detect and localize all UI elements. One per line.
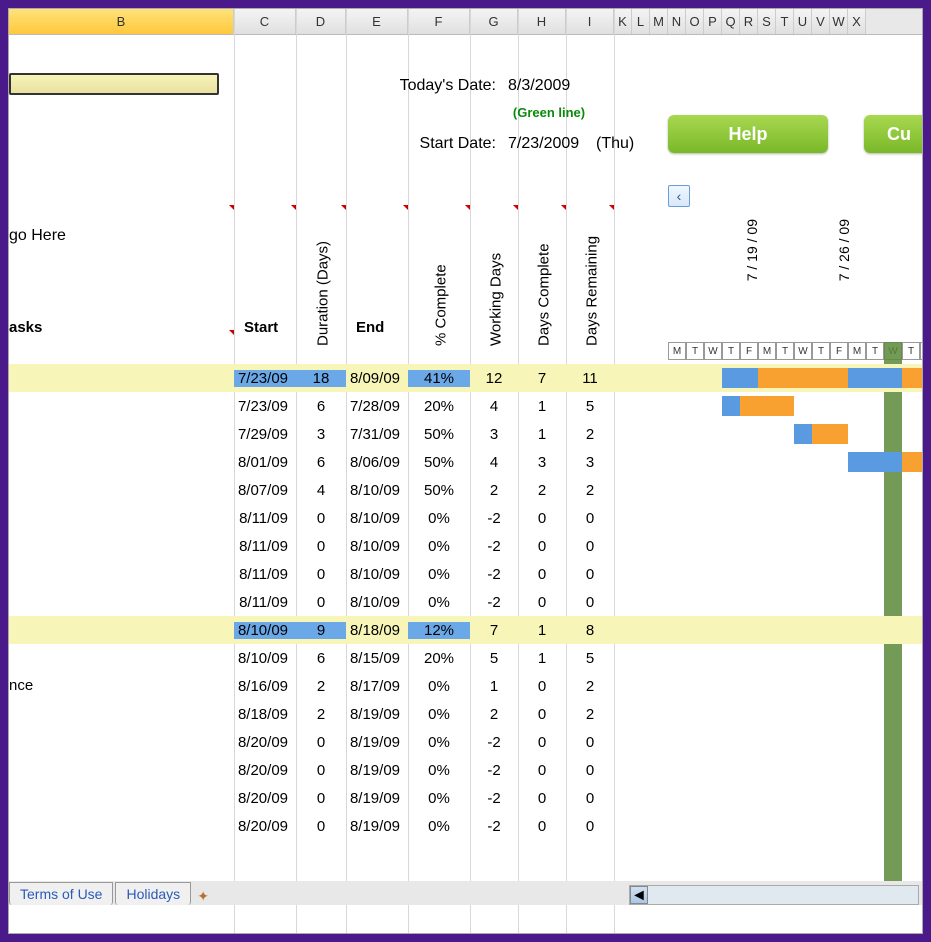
col-header-Q[interactable]: Q	[722, 9, 740, 34]
tab-holidays[interactable]: Holidays	[115, 882, 191, 905]
col-header-R[interactable]: R	[740, 9, 758, 34]
day-cell: T	[686, 342, 704, 360]
start-date[interactable]: 7/23/2009	[504, 135, 592, 153]
week-label: 8 / 2 / 09	[852, 219, 923, 281]
col-header-F[interactable]: F	[408, 9, 470, 34]
days-remaining-header: Days Remaining	[568, 178, 616, 346]
new-sheet-icon[interactable]: ✦	[193, 888, 213, 905]
day-cell: T	[722, 342, 740, 360]
green-line-note: (Green line)	[504, 105, 594, 120]
gantt-row	[668, 616, 923, 644]
col-header-N[interactable]: N	[668, 9, 686, 34]
gantt-row	[668, 644, 923, 672]
col-header-L[interactable]: L	[632, 9, 650, 34]
week-headers: 7 / 19 / 097 / 26 / 098 / 2 / 09	[668, 219, 923, 281]
col-header-C[interactable]: C	[234, 9, 296, 34]
tasks-header: asks	[9, 319, 234, 345]
todays-date[interactable]: 8/3/2009	[504, 77, 594, 95]
gantt-row	[668, 504, 923, 532]
comment-marker-icon	[465, 205, 470, 210]
col-header-M[interactable]: M	[650, 9, 668, 34]
col-header-V[interactable]: V	[812, 9, 830, 34]
col-header-K[interactable]: K	[614, 9, 632, 34]
comment-marker-icon	[513, 205, 518, 210]
day-cell: W	[704, 342, 722, 360]
col-header-X[interactable]: X	[848, 9, 866, 34]
col-header-U[interactable]: U	[794, 9, 812, 34]
gantt-row	[668, 728, 923, 756]
gantt-row	[668, 588, 923, 616]
gantt-row	[668, 672, 923, 700]
task-label-nce: nce	[9, 677, 33, 694]
chevron-left-icon: ‹	[677, 188, 682, 204]
comment-marker-icon	[561, 205, 566, 210]
end-header: End	[346, 319, 408, 345]
gantt-row	[668, 532, 923, 560]
week-label: 7 / 26 / 09	[760, 219, 852, 281]
start-dow: (Thu)	[592, 135, 642, 153]
comment-marker-icon	[229, 205, 234, 210]
gantt-row	[668, 420, 923, 448]
gantt-row	[668, 812, 923, 840]
info-area: Today's Date: 8/3/2009 (Green line) Star…	[9, 35, 922, 191]
spreadsheet-frame: BCDEFGHIKLMNOPQRSTUVWX Today's Date: 8/3…	[8, 8, 923, 934]
col-header-E[interactable]: E	[346, 9, 408, 34]
col-header-I[interactable]: I	[566, 9, 614, 34]
day-cell: M	[758, 342, 776, 360]
horizontal-scrollbar[interactable]: ◄	[629, 885, 919, 905]
help-button[interactable]: Help	[668, 115, 828, 153]
scrollbar-thumb[interactable]: ◄	[630, 886, 648, 904]
todays-date-label: Today's Date:	[9, 77, 504, 95]
col-header-S[interactable]: S	[758, 9, 776, 34]
start-date-label: Start Date:	[9, 135, 504, 153]
day-cell: F	[740, 342, 758, 360]
working-days-header: Working Days	[472, 178, 520, 346]
comment-marker-icon	[609, 205, 614, 210]
gantt-row	[668, 560, 923, 588]
gantt-row	[668, 756, 923, 784]
col-header-W[interactable]: W	[830, 9, 848, 34]
col-header-O[interactable]: O	[686, 9, 704, 34]
col-header-D[interactable]: D	[296, 9, 346, 34]
day-cell: F	[830, 342, 848, 360]
col-header-T[interactable]: T	[776, 9, 794, 34]
horiz-headers: asks Start End	[9, 319, 408, 345]
pct-complete-header: % Complete	[410, 178, 472, 346]
start-header: Start	[234, 319, 296, 345]
gantt-chart	[668, 364, 923, 840]
day-cell: T	[812, 342, 830, 360]
column-headers: BCDEFGHIKLMNOPQRSTUVWX	[9, 9, 922, 35]
day-cell: W	[794, 342, 812, 360]
gantt-row	[668, 364, 923, 392]
comment-marker-icon	[403, 205, 408, 210]
col-header-H[interactable]: H	[518, 9, 566, 34]
gantt-row	[668, 476, 923, 504]
tab-terms[interactable]: Terms of Use	[9, 882, 113, 905]
day-cell: T	[902, 342, 920, 360]
comment-marker-icon	[341, 205, 346, 210]
col-header-G[interactable]: G	[470, 9, 518, 34]
gantt-row	[668, 448, 923, 476]
day-cell: T	[776, 342, 794, 360]
gantt-row	[668, 784, 923, 812]
day-cell: M	[668, 342, 686, 360]
comment-marker-icon	[291, 205, 296, 210]
col-header-P[interactable]: P	[704, 9, 722, 34]
day-cell: M	[848, 342, 866, 360]
week-label: 7 / 19 / 09	[668, 219, 760, 281]
col-header-B[interactable]: B	[9, 9, 234, 34]
days-complete-header: Days Complete	[520, 178, 568, 346]
day-cell: F	[920, 342, 923, 360]
logo-placeholder: go Here	[9, 227, 66, 245]
cu-button[interactable]: Cu	[864, 115, 923, 153]
scroll-left-button[interactable]: ‹	[668, 185, 690, 207]
day-cell: T	[866, 342, 884, 360]
gantt-row	[668, 392, 923, 420]
gantt-row	[668, 700, 923, 728]
